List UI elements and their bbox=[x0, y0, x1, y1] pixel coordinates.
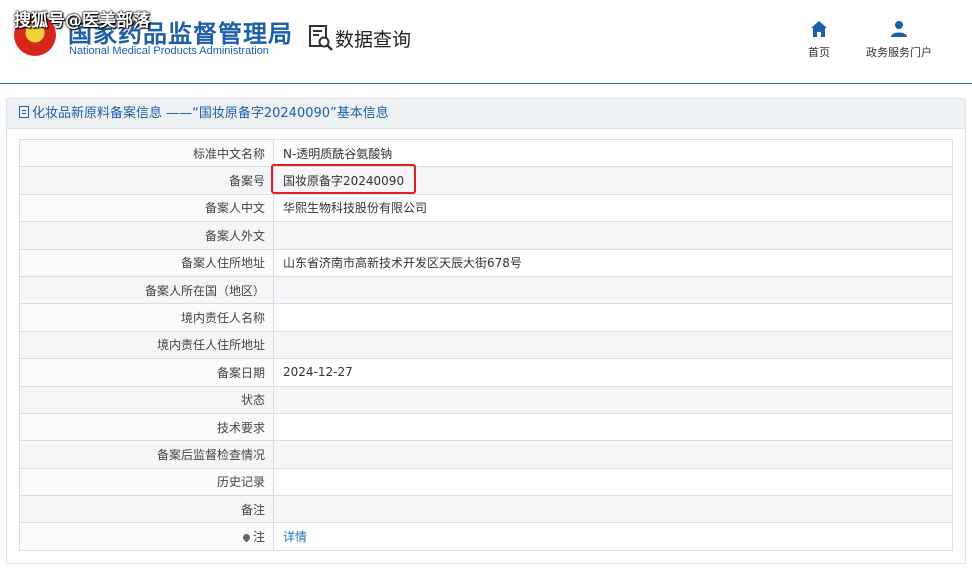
row-label: 备案日期 bbox=[19, 358, 274, 387]
nav-home[interactable]: 首页 bbox=[800, 20, 838, 60]
home-icon bbox=[811, 21, 827, 37]
table-row: 境内责任人名称 bbox=[19, 303, 953, 332]
panel-title: 化妆品新原料备案信息 ——“国妆原备字20240090”基本信息 bbox=[32, 106, 389, 121]
row-value bbox=[273, 275, 953, 305]
table-row: 注 详情 bbox=[19, 522, 953, 551]
row-label: 备案人所在国（地区） bbox=[19, 275, 274, 305]
data-query-title: 数据查询 bbox=[335, 29, 412, 51]
table-row: 备注 bbox=[19, 495, 953, 524]
row-label: 状态 bbox=[19, 385, 274, 414]
row-label: 标准中文名称 bbox=[19, 138, 274, 168]
info-table: 标准中文名称 N-透明质酰谷氨酸钠 备案号 国妆原备字20240090 备案人中文华… bbox=[19, 138, 953, 551]
highlight-box bbox=[271, 164, 416, 194]
panel-header: 化妆品新原料备案信息 ——“国妆原备字20240090”基本信息 bbox=[7, 99, 965, 129]
row-value: 山东省济南市高新技术开发区天辰大街678号 bbox=[273, 248, 953, 277]
row-value bbox=[273, 385, 953, 414]
table-row: 状态 bbox=[19, 385, 953, 414]
row-value bbox=[273, 495, 953, 524]
row-label: 备注 bbox=[19, 495, 274, 524]
table-row: 备案人中文 华熙生物科技股份有限公司 bbox=[19, 193, 953, 223]
details-link[interactable]: 详情 bbox=[273, 522, 953, 551]
row-value bbox=[273, 412, 953, 442]
record-panel: 化妆品新原料备案信息 ——“国妆原备字20240090”基本信息 标准中文名称 N… bbox=[6, 98, 966, 564]
row-value: 华熙生物科技股份有限公司 bbox=[273, 193, 953, 223]
nav-home-label: 首页 bbox=[808, 46, 830, 59]
table-row: 备案人外文 bbox=[19, 221, 953, 250]
row-value bbox=[273, 221, 953, 250]
site-header: 国家药品监督管理局 National Medical Products Admi… bbox=[0, 0, 972, 84]
document-icon bbox=[19, 106, 29, 118]
org-name-en: National Medical Products Administration bbox=[69, 45, 269, 57]
table-row: 备案人住所地址 山东省济南市高新技术开发区天辰大街678号 bbox=[19, 248, 953, 277]
note-label: 注 bbox=[252, 530, 265, 545]
user-icon bbox=[891, 21, 907, 37]
row-label: 备案人外文 bbox=[19, 221, 274, 250]
row-label: 历史记录 bbox=[19, 467, 274, 497]
row-value bbox=[273, 440, 953, 469]
row-value bbox=[273, 303, 953, 332]
table-row: 标准中文名称 N-透明质酰谷氨酸钠 bbox=[19, 138, 953, 168]
nav-portal-label: 政务服务门户 bbox=[866, 46, 932, 59]
row-value bbox=[273, 467, 953, 497]
row-label: 境内责任人名称 bbox=[19, 303, 274, 332]
table-row: 技术要求 bbox=[19, 412, 953, 442]
row-label: 备案号 bbox=[19, 166, 274, 195]
row-label: 备案后监督检查情况 bbox=[19, 440, 274, 469]
row-label: 技术要求 bbox=[19, 412, 274, 442]
row-label: 境内责任人住所地址 bbox=[19, 330, 274, 360]
table-row: 历史记录 bbox=[19, 467, 953, 497]
nav-service-portal[interactable]: 政务服务门户 bbox=[860, 20, 938, 60]
table-row: 备案日期 2024-12-27 bbox=[19, 358, 953, 387]
row-value: 2024-12-27 bbox=[273, 358, 953, 387]
table-row: 境内责任人住所地址 bbox=[19, 330, 953, 360]
row-label: 备案人住所地址 bbox=[19, 248, 274, 277]
table-row: 备案人所在国（地区） bbox=[19, 275, 953, 305]
data-query-icon bbox=[309, 25, 333, 51]
row-label-note: 注 bbox=[19, 522, 274, 551]
table-row: 备案号 国妆原备字20240090 bbox=[19, 166, 953, 195]
row-label: 备案人中文 bbox=[19, 193, 274, 223]
watermark: 搜狐号@医美部落 bbox=[14, 11, 150, 31]
table-row: 备案后监督检查情况 bbox=[19, 440, 953, 469]
row-value: N-透明质酰谷氨酸钠 bbox=[273, 138, 953, 168]
pin-icon bbox=[241, 532, 252, 543]
row-value bbox=[273, 330, 953, 360]
